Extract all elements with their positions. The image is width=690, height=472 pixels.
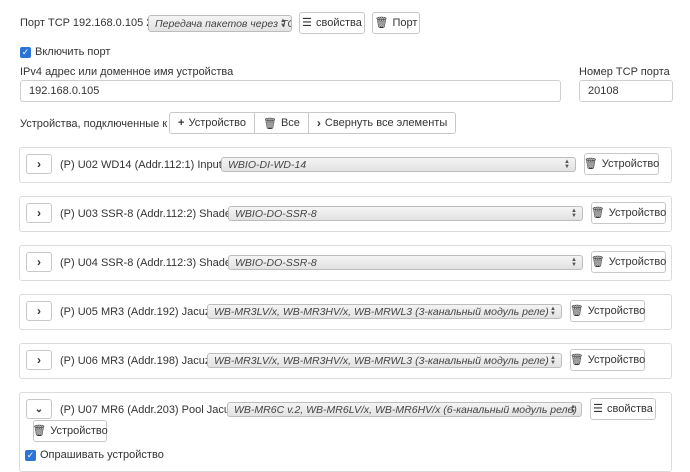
- expand-device-button[interactable]: ›: [26, 350, 52, 370]
- select-arrows-icon: ▲ ▼: [550, 354, 556, 366]
- chevron-right-icon: ›: [37, 255, 41, 269]
- chevron-right-icon: ›: [37, 157, 41, 171]
- collapse-all-label: Свернуть все элементы: [324, 117, 448, 129]
- trash-icon: 🗑: [32, 424, 47, 437]
- expand-device-button[interactable]: ›: [26, 301, 52, 321]
- delete-device-button[interactable]: 🗑 Устройство: [591, 251, 666, 273]
- devices-button-group: + Устройство 🗑 Все › Свернуть все элемен…: [169, 112, 457, 134]
- tcp-port-label: Номер TCP порта: [579, 66, 670, 78]
- add-device-label: Устройство: [188, 117, 246, 129]
- list-icon: ☰: [593, 402, 603, 415]
- delete-all-button[interactable]: 🗑 Все: [253, 112, 309, 134]
- list-icon: ☰: [302, 16, 312, 29]
- delete-port-label: Порт: [392, 17, 418, 29]
- delete-device-button[interactable]: 🗑 Устройство: [584, 153, 659, 175]
- select-arrows-icon: ▲ ▼: [571, 207, 577, 219]
- delete-device-label: Устройство: [608, 207, 667, 219]
- trash-icon: 🗑: [262, 117, 277, 130]
- device-type-select[interactable]: WB-MR3LV/x, WB-MR3HV/x, WB-MRWL3 (3-кана…: [207, 353, 562, 368]
- chevron-right-icon: ›: [316, 116, 321, 130]
- add-device-button[interactable]: + Устройство: [169, 112, 255, 134]
- address-label: IPv4 адрес или доменное имя устройства: [20, 66, 234, 78]
- address-input[interactable]: 192.168.0.105: [20, 80, 561, 102]
- collapse-all-button[interactable]: › Свернуть все элементы: [307, 112, 457, 134]
- trash-icon: 🗑: [569, 353, 584, 366]
- expand-device-button[interactable]: ›: [26, 154, 52, 174]
- device-type-select[interactable]: WB-MR6C v.2, WB-MR6LV/x, WB-MR6HV/x (6-к…: [227, 402, 582, 417]
- delete-device-label: Устройство: [608, 256, 667, 268]
- port-properties-button[interactable]: ☰ свойства: [299, 12, 365, 34]
- trash-icon: 🗑: [590, 206, 605, 219]
- tcp-port-input[interactable]: 20108: [579, 80, 673, 102]
- select-arrows-icon: ▲ ▼: [570, 403, 576, 415]
- device-type-select[interactable]: WB-MR3LV/x, WB-MR3HV/x, WB-MRWL3 (3-кана…: [207, 304, 562, 319]
- device-type-value: WB-MR3LV/x, WB-MR3HV/x, WB-MRWL3 (3-кана…: [214, 354, 549, 367]
- device-properties-button[interactable]: ☰ свойства: [590, 398, 656, 420]
- delete-device-button[interactable]: 🗑 Устройство: [570, 349, 645, 371]
- delete-device-label: Устройство: [587, 354, 646, 366]
- device-type-value: WB-MR3LV/x, WB-MR3HV/x, WB-MRWL3 (3-кана…: [214, 305, 549, 318]
- delete-port-button[interactable]: 🗑 Порт: [372, 12, 420, 34]
- delete-all-label: Все: [280, 117, 300, 129]
- trash-icon: 🗑: [583, 157, 598, 170]
- trash-icon: 🗑: [569, 304, 584, 317]
- chevron-right-icon: ›: [37, 206, 41, 220]
- device-type-select[interactable]: WBIO-DI-WD-14 ▲ ▼: [221, 157, 576, 172]
- tcp-port-value: 20108: [588, 85, 619, 97]
- delete-device-button[interactable]: 🗑 Устройство: [32, 420, 108, 442]
- enable-port-label: Включить порт: [35, 46, 111, 58]
- delete-device-button[interactable]: 🗑 Устройство: [570, 300, 645, 322]
- port-properties-label: свойства: [316, 17, 362, 29]
- select-arrows-icon: ▲ ▼: [280, 17, 286, 29]
- trash-icon: 🗑: [374, 16, 389, 29]
- port-mode-select[interactable]: Передача пакетов через TCP ▲ ▼: [148, 15, 292, 32]
- select-arrows-icon: ▲ ▼: [571, 256, 577, 268]
- trash-icon: 🗑: [590, 255, 605, 268]
- address-value: 192.168.0.105: [29, 85, 100, 97]
- chevron-down-icon: ⌄: [34, 403, 44, 415]
- delete-device-label: Устройство: [587, 305, 646, 317]
- delete-device-label: Устройство: [601, 158, 660, 170]
- delete-device-label: Устройство: [50, 425, 108, 437]
- collapse-device-button[interactable]: ⌄: [26, 399, 52, 419]
- chevron-right-icon: ›: [37, 304, 41, 318]
- expand-device-button[interactable]: ›: [26, 252, 52, 272]
- select-arrows-icon: ▲ ▼: [564, 158, 570, 170]
- device-type-select[interactable]: WBIO-DO-SSR-8 ▲ ▼: [228, 206, 583, 221]
- plus-icon: +: [178, 117, 185, 129]
- device-type-value: WBIO-DO-SSR-8: [235, 256, 317, 269]
- select-arrows-icon: ▲ ▼: [550, 305, 556, 317]
- device-type-value: WBIO-DI-WD-14: [228, 158, 307, 171]
- delete-device-button[interactable]: 🗑 Устройство: [591, 202, 666, 224]
- enable-port-checkbox[interactable]: ✓: [20, 47, 31, 58]
- device-type-value: WB-MR6C v.2, WB-MR6LV/x, WB-MR6HV/x (6-к…: [234, 403, 577, 416]
- port-mode-value: Передача пакетов через TCP: [155, 17, 292, 30]
- device-type-value: WBIO-DO-SSR-8: [235, 207, 317, 220]
- poll-device-checkbox[interactable]: ✓: [25, 450, 36, 461]
- device-type-select[interactable]: WBIO-DO-SSR-8 ▲ ▼: [228, 255, 583, 270]
- poll-device-label: Опрашивать устройство: [40, 449, 164, 461]
- expand-device-button[interactable]: ›: [26, 203, 52, 223]
- chevron-right-icon: ›: [37, 353, 41, 367]
- device-properties-label: свойства: [607, 403, 653, 415]
